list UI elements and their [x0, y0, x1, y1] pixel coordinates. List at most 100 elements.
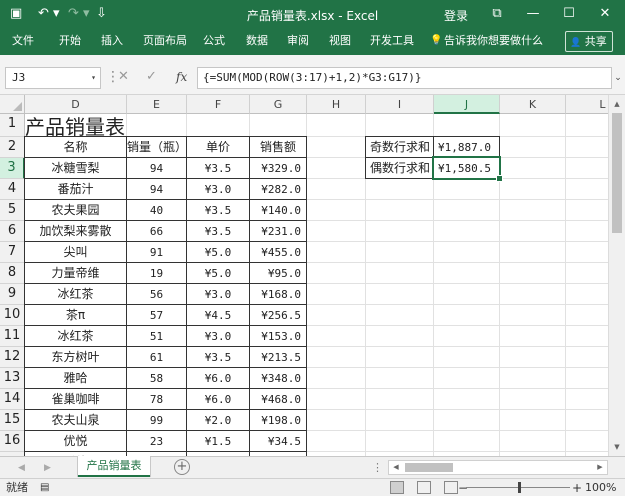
- tab-split-handle-icon[interactable]: ⋮: [372, 460, 383, 476]
- table-cell[interactable]: 冰红茶: [24, 325, 127, 347]
- row-header-14[interactable]: 14: [0, 389, 25, 410]
- tab-home[interactable]: 开始: [59, 34, 81, 48]
- horizontal-scrollbar[interactable]: ◀ ▶: [388, 460, 608, 475]
- horizontal-scroll-thumb[interactable]: [405, 463, 453, 472]
- table-cell[interactable]: ¥198.0: [249, 409, 307, 431]
- table-cell[interactable]: ¥3.5: [186, 346, 250, 368]
- table-cell[interactable]: ¥455.0: [249, 241, 307, 263]
- row-header-5[interactable]: 5: [0, 200, 25, 221]
- sheet-next-icon[interactable]: ▶: [44, 460, 51, 476]
- enter-icon[interactable]: ✓: [146, 67, 157, 87]
- share-button[interactable]: 👤 共享: [565, 31, 613, 52]
- table-cell[interactable]: ¥213.5: [249, 346, 307, 368]
- table-cell[interactable]: 优悦: [24, 430, 127, 452]
- table-cell[interactable]: 91: [126, 241, 187, 263]
- tab-developer[interactable]: 开发工具: [370, 34, 414, 48]
- tab-page-layout[interactable]: 页面布局: [143, 34, 187, 48]
- table-cell[interactable]: 58: [126, 367, 187, 389]
- table-cell[interactable]: 61: [126, 346, 187, 368]
- summary-label-cell[interactable]: 偶数行求和: [365, 157, 434, 179]
- zoom-slider-knob[interactable]: [518, 482, 521, 493]
- table-cell[interactable]: 51: [126, 325, 187, 347]
- scroll-up-icon[interactable]: ▲: [609, 97, 625, 111]
- tab-formulas[interactable]: 公式: [203, 34, 225, 48]
- column-header-h[interactable]: H: [307, 95, 366, 114]
- column-header-j[interactable]: J: [434, 95, 500, 114]
- row-header-11[interactable]: 11: [0, 326, 25, 347]
- vertical-scrollbar[interactable]: ▲ ▼: [608, 95, 625, 456]
- table-cell[interactable]: 94: [126, 157, 187, 179]
- sheet-tab-products[interactable]: 产品销量表: [78, 456, 150, 477]
- scroll-down-icon[interactable]: ▼: [609, 440, 625, 454]
- table-cell[interactable]: ¥140.0: [249, 199, 307, 221]
- table-cell[interactable]: 57: [126, 304, 187, 326]
- normal-view-icon[interactable]: [390, 481, 404, 494]
- table-cell[interactable]: 力量帝维: [24, 262, 127, 284]
- formula-input[interactable]: {=SUM(MOD(ROW(3:17)+1,2)*G3:G17)}: [197, 67, 612, 89]
- table-cell[interactable]: 40: [126, 199, 187, 221]
- column-header-d[interactable]: D: [25, 95, 127, 114]
- table-cell[interactable]: 雅哈: [24, 367, 127, 389]
- table-cell[interactable]: ¥6.0: [186, 388, 250, 410]
- column-header-k[interactable]: K: [500, 95, 566, 114]
- zoom-level[interactable]: 100%: [585, 481, 616, 495]
- tab-data[interactable]: 数据: [246, 34, 268, 48]
- table-cell[interactable]: 冰糖雪梨: [24, 157, 127, 179]
- column-header-i[interactable]: I: [366, 95, 434, 114]
- table-cell[interactable]: ¥5.0: [186, 262, 250, 284]
- table-cell[interactable]: 农夫果园: [24, 199, 127, 221]
- scroll-left-icon[interactable]: ◀: [389, 461, 403, 474]
- table-cell[interactable]: ¥34.5: [249, 430, 307, 452]
- worksheet-grid[interactable]: DEFGHIJKL 1 2 3 4 5 6 7 8 9 10 11 12 13 14 15 16 产品销量表 …: [0, 95, 625, 456]
- summary-value-cell[interactable]: ¥1,887.0: [433, 136, 500, 158]
- tab-insert[interactable]: 插入: [101, 34, 123, 48]
- table-cell[interactable]: 冰红茶: [24, 283, 127, 305]
- row-header-16[interactable]: 16: [0, 431, 25, 452]
- maximize-button[interactable]: ☐: [558, 4, 580, 24]
- table-cell[interactable]: ¥5.0: [186, 241, 250, 263]
- table-header-cell[interactable]: 单价: [186, 136, 250, 158]
- table-cell[interactable]: ¥329.0: [249, 157, 307, 179]
- sheet-prev-icon[interactable]: ◀: [18, 460, 25, 476]
- expand-formula-icon[interactable]: ⌄: [612, 67, 624, 89]
- row-header-10[interactable]: 10: [0, 305, 25, 326]
- row-header-1[interactable]: 1: [0, 114, 25, 137]
- row-header-7[interactable]: 7: [0, 242, 25, 263]
- table-cell[interactable]: 56: [126, 283, 187, 305]
- table-cell[interactable]: 23: [126, 430, 187, 452]
- column-header-f[interactable]: F: [187, 95, 250, 114]
- page-break-view-icon[interactable]: [444, 481, 458, 494]
- table-cell[interactable]: ¥3.0: [186, 283, 250, 305]
- name-box[interactable]: J3 ▾: [5, 67, 101, 89]
- scroll-right-icon[interactable]: ▶: [593, 461, 607, 474]
- table-cell[interactable]: ¥153.0: [249, 325, 307, 347]
- add-sheet-icon[interactable]: +: [174, 459, 190, 475]
- table-cell[interactable]: 茶π: [24, 304, 127, 326]
- table-cell[interactable]: 19: [126, 262, 187, 284]
- table-cell[interactable]: 雀巢咖啡: [24, 388, 127, 410]
- row-header-9[interactable]: 9: [0, 284, 25, 305]
- ribbon-display-options-icon[interactable]: ⧉: [486, 4, 508, 24]
- table-cell[interactable]: ¥468.0: [249, 388, 307, 410]
- close-button[interactable]: ✕: [594, 4, 616, 24]
- table-cell[interactable]: ¥4.5: [186, 304, 250, 326]
- table-cell[interactable]: 番茄汁: [24, 178, 127, 200]
- table-header-cell[interactable]: 名称: [24, 136, 127, 158]
- table-cell[interactable]: ¥3.5: [186, 220, 250, 242]
- table-cell[interactable]: 农夫山泉: [24, 409, 127, 431]
- table-cell[interactable]: ¥3.5: [186, 157, 250, 179]
- minimize-button[interactable]: —: [522, 4, 544, 24]
- table-cell[interactable]: ¥256.5: [249, 304, 307, 326]
- table-cell[interactable]: ¥6.0: [186, 367, 250, 389]
- table-cell[interactable]: 东方树叶: [24, 346, 127, 368]
- table-cell[interactable]: 99: [126, 409, 187, 431]
- row-header-8[interactable]: 8: [0, 263, 25, 284]
- tab-file[interactable]: 文件: [12, 34, 34, 48]
- insert-function-icon[interactable]: fx: [176, 67, 187, 87]
- table-cell[interactable]: ¥3.0: [186, 178, 250, 200]
- page-layout-view-icon[interactable]: [417, 481, 431, 494]
- table-cell[interactable]: ¥168.0: [249, 283, 307, 305]
- row-header-3[interactable]: 3: [0, 158, 25, 179]
- table-cell[interactable]: ¥95.0: [249, 262, 307, 284]
- table-cell[interactable]: ¥2.0: [186, 409, 250, 431]
